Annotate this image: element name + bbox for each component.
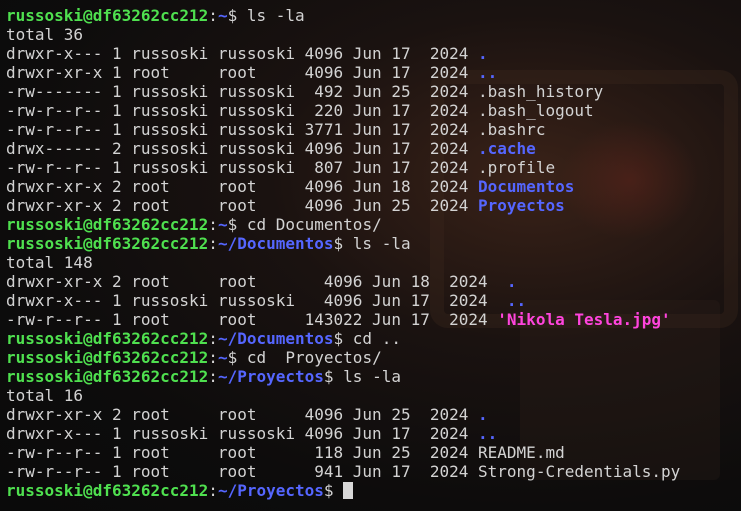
listing-row: -rw-r--r-- 1 russoski russoski 807 Jun 1… — [6, 158, 741, 177]
file-name: .. — [506, 291, 527, 310]
listing-row: -rw-r--r-- 1 russoski russoski 220 Jun 1… — [6, 101, 741, 120]
prompt-user: russoski@df63262cc212 — [6, 234, 209, 253]
file-metadata: -rw-r--r-- 1 root root 941 Jun 17 2024 — [6, 462, 479, 481]
file-name: Documentos — [478, 177, 575, 196]
file-metadata: -rw-r--r-- 1 root root 118 Jun 25 2024 — [6, 443, 479, 462]
file-metadata: drwxr-x--- 1 russoski russoski 4096 Jun … — [6, 291, 507, 310]
file-metadata: drwx------ 2 russoski russoski 4096 Jun … — [6, 139, 479, 158]
file-name: Proyectos — [478, 196, 565, 215]
prompt-line: russoski@df63262cc212:~/Documentos$ ls -… — [6, 234, 741, 253]
command-text: cd Proyectos/ — [246, 348, 382, 367]
prompt-path: ~/Documentos — [217, 329, 334, 348]
file-metadata: -rw-r--r-- 1 russoski russoski 220 Jun 1… — [6, 101, 479, 120]
prompt-separator: : — [208, 481, 218, 500]
text-cursor[interactable] — [343, 482, 354, 499]
command-text: ls -la — [343, 367, 401, 386]
file-name: README.md — [478, 443, 565, 462]
prompt-path: ~/Proyectos — [217, 481, 324, 500]
listing-row: -rw------- 1 russoski russoski 492 Jun 2… — [6, 82, 741, 101]
prompt-symbol: $ — [227, 348, 247, 367]
file-name: .cache — [478, 139, 536, 158]
output-line: total 36 — [6, 25, 84, 44]
prompt-symbol: $ — [227, 215, 247, 234]
prompt-separator: : — [208, 329, 218, 348]
prompt-user: russoski@df63262cc212 — [6, 348, 209, 367]
file-metadata: drwxr-x--- 1 russoski russoski 4096 Jun … — [6, 44, 479, 63]
prompt-line: russoski@df63262cc212:~/Proyectos$ ls -l… — [6, 367, 741, 386]
prompt-user: russoski@df63262cc212 — [6, 367, 209, 386]
file-name: . — [478, 405, 488, 424]
listing-row: drwxr-x--- 1 russoski russoski 4096 Jun … — [6, 291, 741, 310]
prompt-separator: : — [208, 367, 218, 386]
prompt-separator: : — [208, 6, 218, 25]
listing-row: -rw-r--r-- 1 root root 143022 Jun 17 202… — [6, 310, 741, 329]
prompt-line: russoski@df63262cc212:~$ cd Proyectos/ — [6, 348, 741, 367]
listing-row: drwxr-xr-x 1 root root 4096 Jun 17 2024 … — [6, 63, 741, 82]
prompt-line: russoski@df63262cc212:~/Proyectos$ — [6, 481, 741, 500]
file-name: .. — [478, 424, 498, 443]
command-text: ls -la — [246, 6, 305, 25]
prompt-user: russoski@df63262cc212 — [6, 6, 209, 25]
file-name: .bashrc — [478, 120, 546, 139]
file-name: . — [506, 272, 517, 291]
file-metadata: -rw-r--r-- 1 russoski russoski 807 Jun 1… — [6, 158, 479, 177]
file-name: .profile — [478, 158, 556, 177]
file-name: .bash_logout — [478, 101, 594, 120]
prompt-symbol: $ — [333, 329, 353, 348]
file-metadata: -rw------- 1 russoski russoski 492 Jun 2… — [6, 82, 479, 101]
listing-row: drwxr-xr-x 2 root root 4096 Jun 25 2024 … — [6, 405, 741, 424]
output-line: total 148 — [6, 253, 93, 272]
prompt-line: russoski@df63262cc212:~$ ls -la — [6, 6, 741, 25]
prompt-symbol: $ — [323, 367, 344, 386]
file-metadata: drwxr-xr-x 2 root root 4096 Jun 25 2024 — [6, 405, 479, 424]
output-line: total 16 — [6, 386, 84, 405]
listing-row: drwx------ 2 russoski russoski 4096 Jun … — [6, 139, 741, 158]
prompt-path: ~ — [217, 6, 228, 25]
file-metadata: -rw-r--r-- 1 root root 143022 Jun 17 202… — [6, 310, 498, 329]
command-text: cd Documentos/ — [246, 215, 382, 234]
prompt-line: russoski@df63262cc212:~/Documentos$ cd .… — [6, 329, 741, 348]
listing-row: -rw-r--r-- 1 root root 941 Jun 17 2024 S… — [6, 462, 741, 481]
file-metadata: drwxr-xr-x 2 root root 4096 Jun 18 2024 — [6, 177, 479, 196]
prompt-separator: : — [208, 215, 218, 234]
prompt-line: russoski@df63262cc212:~$ cd Documentos/ — [6, 215, 741, 234]
prompt-symbol: $ — [323, 481, 344, 500]
prompt-separator: : — [208, 234, 218, 253]
prompt-path: ~/Documentos — [217, 234, 334, 253]
file-metadata: drwxr-xr-x 2 root root 4096 Jun 18 2024 — [6, 272, 507, 291]
file-name: .. — [478, 63, 498, 82]
listing-row: drwxr-x--- 1 russoski russoski 4096 Jun … — [6, 424, 741, 443]
prompt-user: russoski@df63262cc212 — [6, 215, 209, 234]
listing-row: -rw-r--r-- 1 root root 118 Jun 25 2024 R… — [6, 443, 741, 462]
command-text: cd .. — [352, 329, 401, 348]
file-metadata: drwxr-xr-x 2 root root 4096 Jun 25 2024 — [6, 196, 479, 215]
prompt-symbol: $ — [333, 234, 353, 253]
terminal-output: russoski@df63262cc212:~$ ls -la total 36 d… — [6, 6, 741, 500]
command-text: ls -la — [352, 234, 411, 253]
prompt-user: russoski@df63262cc212 — [6, 329, 209, 348]
prompt-symbol: $ — [227, 6, 247, 25]
file-name: .bash_history — [478, 82, 604, 101]
file-metadata: -rw-r--r-- 1 russoski russoski 3771 Jun … — [6, 120, 479, 139]
listing-row: drwxr-xr-x 2 root root 4096 Jun 18 2024 … — [6, 272, 741, 291]
prompt-path: ~/Proyectos — [217, 367, 324, 386]
file-name: Strong-Credentials.py — [478, 462, 681, 481]
listing-row: drwxr-x--- 1 russoski russoski 4096 Jun … — [6, 44, 741, 63]
listing-row: drwxr-xr-x 2 root root 4096 Jun 18 2024 … — [6, 177, 741, 196]
file-metadata: drwxr-x--- 1 russoski russoski 4096 Jun … — [6, 424, 479, 443]
prompt-separator: : — [208, 348, 218, 367]
prompt-path: ~ — [217, 215, 228, 234]
file-metadata: drwxr-xr-x 1 root root 4096 Jun 17 2024 — [6, 63, 479, 82]
prompt-user: russoski@df63262cc212 — [6, 481, 209, 500]
terminal-window[interactable]: russoski@df63262cc212:~$ ls -la total 36 d… — [0, 0, 741, 511]
listing-row: drwxr-xr-x 2 root root 4096 Jun 25 2024 … — [6, 196, 741, 215]
file-name: 'Nikola Tesla.jpg' — [497, 310, 671, 329]
listing-row: -rw-r--r-- 1 russoski russoski 3771 Jun … — [6, 120, 741, 139]
file-name: . — [478, 44, 488, 63]
prompt-path: ~ — [217, 348, 228, 367]
